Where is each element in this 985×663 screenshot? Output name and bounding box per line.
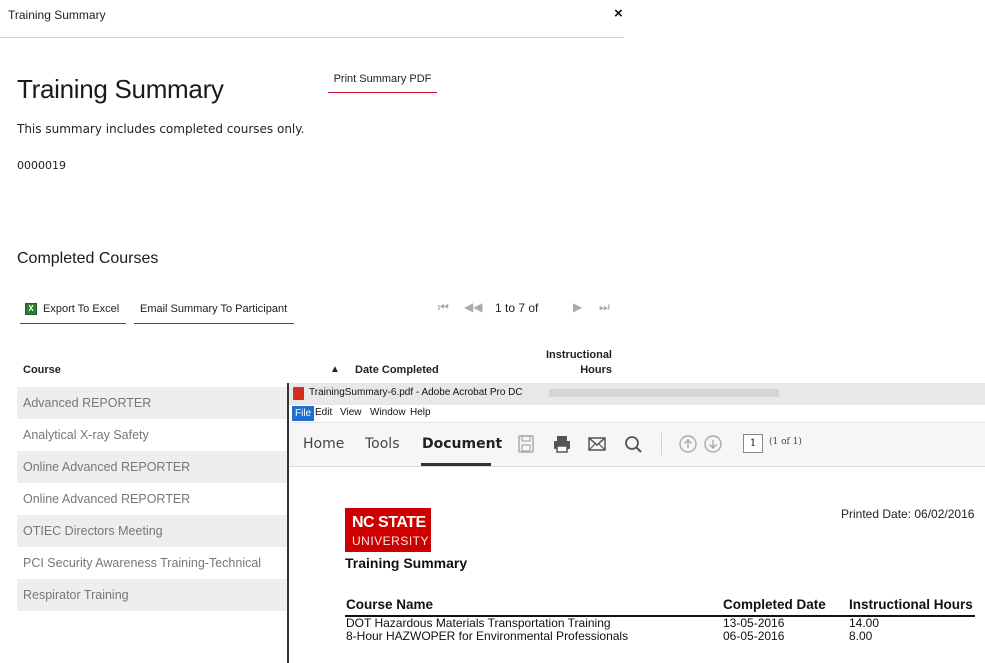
menu-window[interactable]: Window xyxy=(370,407,406,418)
course-list: Advanced REPORTER Analytical X-ray Safet… xyxy=(17,387,292,611)
table-row[interactable]: Advanced REPORTER xyxy=(17,387,292,419)
first-page-icon[interactable]: ⏮ xyxy=(438,300,449,315)
save-icon[interactable] xyxy=(515,433,537,455)
sort-ascending-icon[interactable]: ▲ xyxy=(330,364,340,375)
background-window-blur xyxy=(549,389,779,397)
doc-row-hours: 8.00 xyxy=(849,629,873,643)
page-count: (1 of 1) xyxy=(769,437,802,447)
tab-document[interactable]: Document xyxy=(422,436,502,452)
doc-header-completed-date: Completed Date xyxy=(723,597,826,612)
tab-tools[interactable]: Tools xyxy=(365,436,400,452)
pager-range: 1 to 7 of xyxy=(495,301,539,315)
table-row[interactable]: Online Advanced REPORTER xyxy=(17,451,292,483)
search-icon[interactable] xyxy=(622,433,644,455)
page-down-icon[interactable] xyxy=(702,433,724,455)
acrobat-titlebar[interactable]: TrainingSummary-6.pdf - Adobe Acrobat Pr… xyxy=(289,383,985,405)
table-row[interactable]: Analytical X-ray Safety xyxy=(17,419,292,451)
page-title: Training Summary xyxy=(17,74,224,104)
toolbar-separator xyxy=(661,433,662,455)
email-icon[interactable] xyxy=(586,433,608,455)
column-header-date-completed[interactable]: Date Completed xyxy=(355,364,439,376)
page-number-input[interactable]: 1 xyxy=(743,434,763,453)
doc-row-hours: 14.00 xyxy=(849,616,880,630)
print-summary-pdf-button[interactable]: Print Summary PDF xyxy=(328,71,437,93)
document-title: Training Summary xyxy=(345,555,468,571)
acrobat-window: TrainingSummary-6.pdf - Adobe Acrobat Pr… xyxy=(287,383,985,663)
doc-row-date: 13-05-2016 xyxy=(723,616,785,630)
ncstate-logo: NC STATE UNIVERSITY xyxy=(345,508,431,552)
logo-line-1: NC STATE xyxy=(352,514,426,531)
doc-header-instructional-hours: Instructional Hours xyxy=(849,597,973,612)
menu-file[interactable]: File xyxy=(292,406,315,421)
completed-courses-heading: Completed Courses xyxy=(17,250,159,267)
pdf-file-icon xyxy=(293,387,304,400)
doc-row-date: 06-05-2016 xyxy=(723,629,785,643)
menu-help[interactable]: Help xyxy=(410,407,431,418)
excel-icon: X xyxy=(25,303,37,315)
table-row[interactable]: OTIEC Directors Meeting xyxy=(17,515,292,547)
close-icon[interactable]: × xyxy=(614,5,623,22)
pdf-document: NC STATE UNIVERSITY Printed Date: 06/02/… xyxy=(289,468,985,663)
modal-header: Training Summary × xyxy=(0,0,624,38)
menu-edit[interactable]: Edit xyxy=(315,407,332,418)
export-label: Export To Excel xyxy=(43,303,120,315)
print-icon[interactable] xyxy=(551,433,573,455)
email-summary-button[interactable]: Email Summary To Participant xyxy=(134,300,294,324)
export-to-excel-button[interactable]: X Export To Excel xyxy=(20,300,126,324)
doc-header-course-name: Course Name xyxy=(346,597,434,612)
menu-view[interactable]: View xyxy=(340,407,362,418)
tab-home[interactable]: Home xyxy=(303,436,344,452)
summary-note: This summary includes completed courses … xyxy=(17,122,305,136)
doc-row-course: 8-Hour HAZWOPER for Environmental Profes… xyxy=(346,629,629,643)
table-row[interactable]: PCI Security Awareness Training-Technica… xyxy=(17,547,292,579)
doc-row-course: DOT Hazardous Materials Transportation T… xyxy=(346,616,611,630)
last-page-icon[interactable]: ⏭ xyxy=(599,300,610,315)
logo-line-2: UNIVERSITY xyxy=(352,534,430,548)
next-page-icon[interactable]: ▶ xyxy=(573,300,582,314)
table-row[interactable]: Online Advanced REPORTER xyxy=(17,483,292,515)
modal-header-title: Training Summary xyxy=(8,8,106,22)
email-summary-label: Email Summary To Participant xyxy=(140,303,288,315)
table-row[interactable]: Respirator Training xyxy=(17,579,292,611)
active-tab-indicator xyxy=(421,463,491,466)
previous-page-icon[interactable]: ◀◀ xyxy=(464,300,482,314)
page-up-icon[interactable] xyxy=(677,433,699,455)
acrobat-menubar: File Edit View Window Help xyxy=(289,405,985,423)
acrobat-window-title: TrainingSummary-6.pdf - Adobe Acrobat Pr… xyxy=(309,387,523,398)
printed-date: Printed Date: 06/02/2016 xyxy=(841,507,975,521)
acrobat-toolbar: Home Tools Document 1 (1 of 1) xyxy=(289,423,985,467)
column-header-course[interactable]: Course xyxy=(23,364,61,376)
participant-id: 0000019 xyxy=(17,159,66,172)
column-header-instructional-hours[interactable]: Instructional Hours xyxy=(530,348,612,378)
